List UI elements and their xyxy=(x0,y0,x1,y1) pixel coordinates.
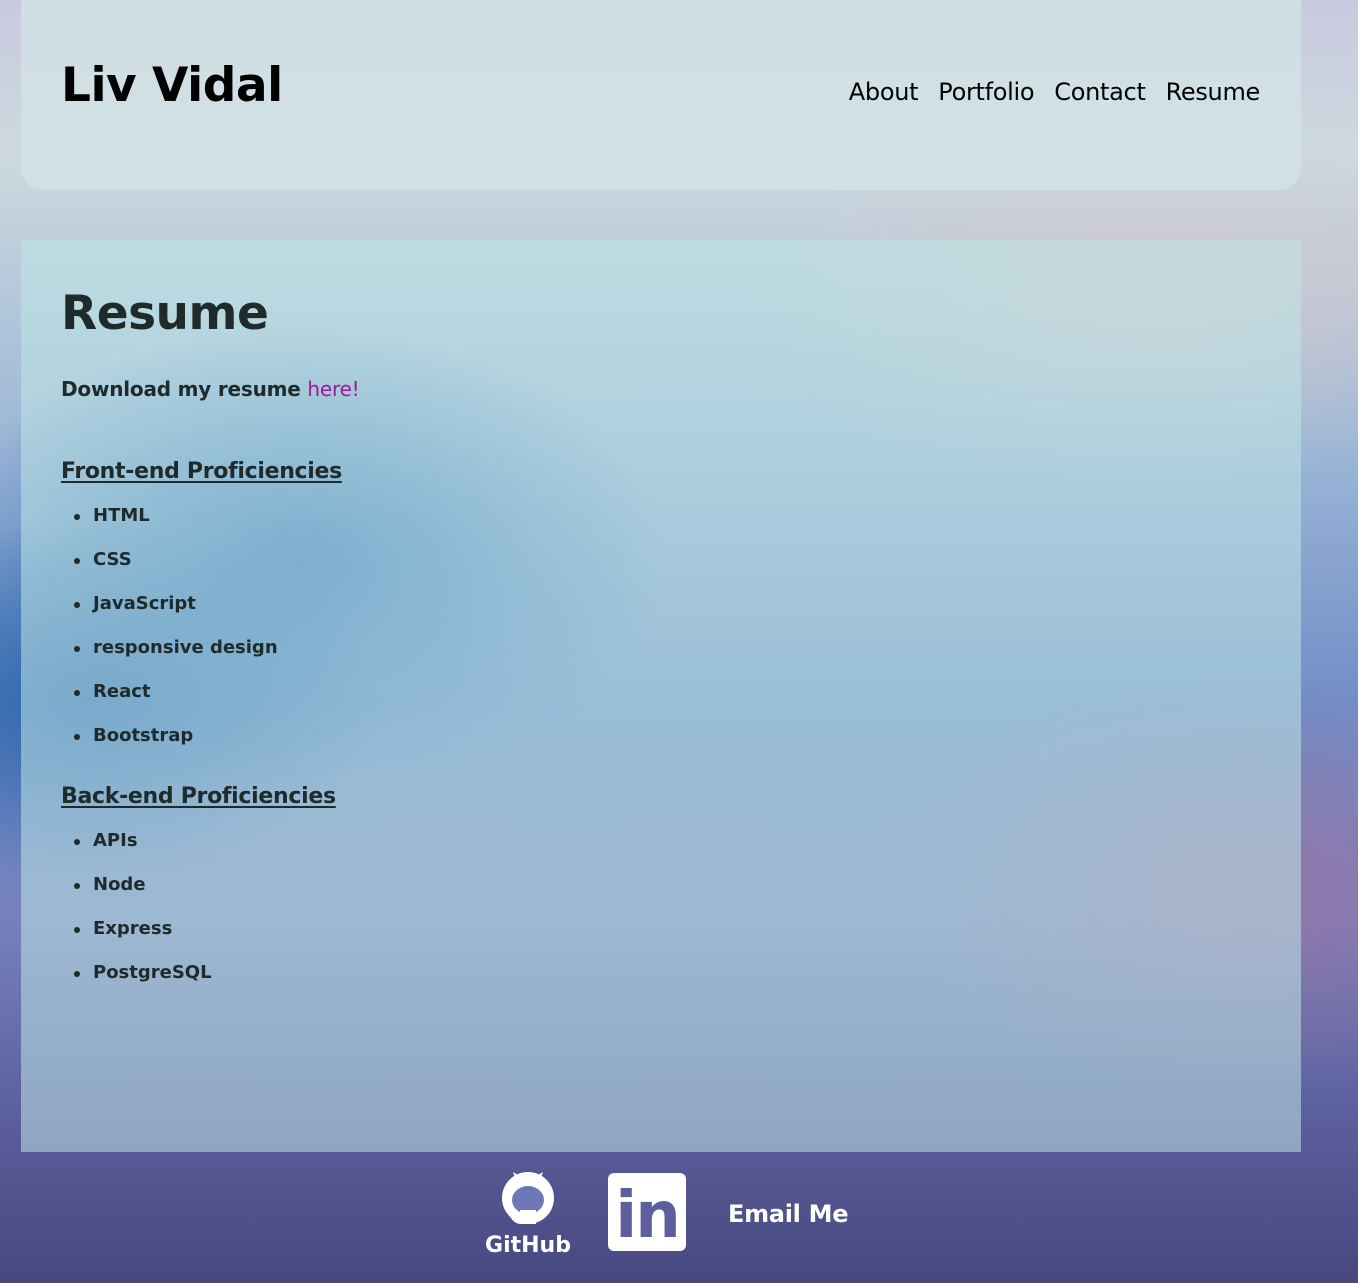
email-link[interactable]: Email Me xyxy=(728,1200,848,1228)
site-footer: GitHub in Email Me xyxy=(0,1160,1358,1270)
nav-portfolio[interactable]: Portfolio xyxy=(938,80,1034,104)
list-item: APIs xyxy=(61,821,360,865)
list-item: HTML xyxy=(61,496,360,540)
nav-resume[interactable]: Resume xyxy=(1166,80,1261,104)
download-line: Download my resume here! xyxy=(61,377,360,401)
list-item: Express xyxy=(61,909,360,953)
nav-contact[interactable]: Contact xyxy=(1054,80,1146,104)
front-end-list: HTML CSS JavaScript responsive design Re… xyxy=(61,496,360,760)
linkedin-label: in xyxy=(615,1179,679,1251)
front-end-heading: Front-end Proficiencies xyxy=(61,459,342,484)
nav-about[interactable]: About xyxy=(849,80,919,104)
list-item: React xyxy=(61,672,360,716)
list-item: PostgreSQL xyxy=(61,953,360,997)
main-nav: About Portfolio Contact Resume xyxy=(849,80,1261,104)
list-item: responsive design xyxy=(61,628,360,672)
resume-section: Resume Download my resume here! Front-en… xyxy=(21,240,1301,1152)
github-link[interactable]: GitHub xyxy=(485,1170,571,1258)
site-title: Liv Vidal xyxy=(61,58,283,113)
download-resume-link[interactable]: here! xyxy=(307,377,359,401)
linkedin-icon: in xyxy=(608,1173,686,1253)
back-end-heading: Back-end Proficiencies xyxy=(61,784,336,809)
list-item: Node xyxy=(61,865,360,909)
download-text: Download my resume xyxy=(61,377,308,401)
list-item: CSS xyxy=(61,540,360,584)
page-title: Resume xyxy=(61,286,269,341)
linkedin-link[interactable]: in xyxy=(608,1173,686,1253)
list-item: JavaScript xyxy=(61,584,360,628)
github-label: GitHub xyxy=(485,1233,571,1256)
github-icon: GitHub xyxy=(485,1172,571,1258)
list-item: Bootstrap xyxy=(61,716,360,760)
back-end-list: APIs Node Express PostgreSQL xyxy=(61,821,360,997)
site-header: Liv Vidal About Portfolio Contact Resume xyxy=(21,0,1301,190)
